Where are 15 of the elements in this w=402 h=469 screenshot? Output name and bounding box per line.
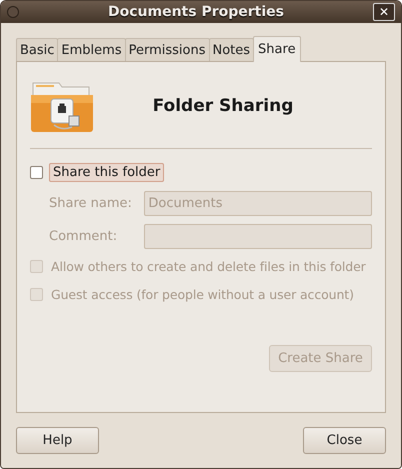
dialog-button[interactable]: Help bbox=[16, 427, 99, 454]
section-heading: Folder Sharing bbox=[152, 96, 294, 116]
field-label: Comment: bbox=[49, 229, 118, 244]
window-menu-icon[interactable] bbox=[7, 6, 19, 18]
tab[interactable]: Emblems bbox=[57, 38, 126, 61]
tab[interactable]: Basic bbox=[16, 38, 58, 61]
tab[interactable]: Permissions bbox=[124, 38, 210, 61]
tab[interactable]: Notes bbox=[208, 38, 254, 61]
field-label: Share name: bbox=[49, 196, 133, 211]
close-button[interactable]: ✕ bbox=[373, 3, 395, 21]
window-title: Documents Properties bbox=[107, 4, 285, 20]
tab[interactable]: Share bbox=[253, 36, 301, 62]
dialog-button[interactable]: Close bbox=[303, 427, 386, 454]
checkbox[interactable] bbox=[30, 166, 43, 178]
checkbox-label[interactable]: Share this folder bbox=[49, 162, 164, 182]
